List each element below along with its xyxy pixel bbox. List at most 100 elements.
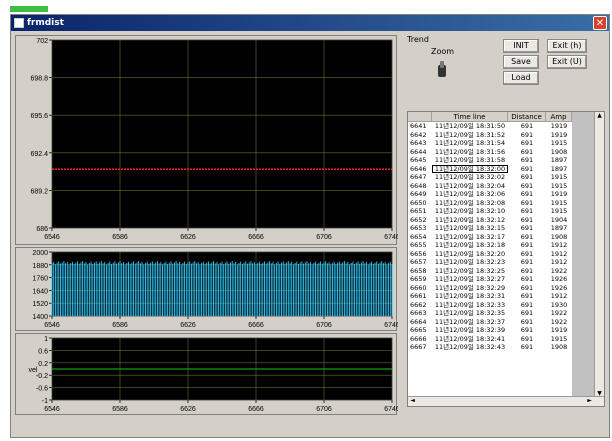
zoom-label: Zoom <box>431 47 455 56</box>
y-tick-label: 1 <box>44 336 48 343</box>
table-row[interactable]: 6655 11년12/09일 18:32:18 691 1912 <box>408 241 572 250</box>
cell-distance: 691 <box>520 334 534 343</box>
cell-distance: 691 <box>520 147 534 156</box>
cell-time: 11년12/09일 18:32:04 <box>434 181 506 190</box>
table-row[interactable]: 6650 11년12/09일 18:32:08 691 1915 <box>408 199 572 208</box>
y-tick-label: 1400 <box>32 314 48 321</box>
cell-amp: 1915 <box>550 173 568 181</box>
app-icon <box>14 18 24 28</box>
table-row[interactable]: 6667 11년12/09일 18:32:43 691 1908 <box>408 343 572 352</box>
x-tick-label: 6586 <box>112 406 128 413</box>
cell-index: 6644 <box>410 147 427 156</box>
table-row[interactable]: 6657 11년12/09일 18:32:23 691 1912 <box>408 258 572 267</box>
column-header-distance[interactable]: Distance <box>508 112 546 122</box>
amp-chart-panel: 2000 1880 1760 1640 1520 1400 6546 6586 6626 6666… <box>15 247 398 331</box>
cell-index: 6661 <box>410 292 427 300</box>
table-row[interactable]: 6653 11년12/09일 18:32:15 691 1897 <box>408 224 572 233</box>
y-tick-label: 689.2 <box>30 188 48 195</box>
scroll-up-icon[interactable]: ▲ <box>595 112 604 120</box>
cell-index: 6652 <box>410 215 427 224</box>
grid-empty-area <box>572 112 596 398</box>
table-row[interactable]: 6651 11년12/09일 18:32:10 691 1915 <box>408 207 572 216</box>
cell-distance: 691 <box>520 181 534 190</box>
x-tick-label: 6706 <box>316 234 332 241</box>
cell-amp: 1915 <box>550 198 568 207</box>
table-row[interactable]: 6641 11년12/09일 18:31:50 691 1919 <box>408 122 572 131</box>
cell-index: 6666 <box>410 334 427 343</box>
cell-time: 11년12/09일 18:32:39 <box>434 326 506 334</box>
table-row[interactable]: 6646 11년12/09일 18:32:00 691 1897 <box>408 164 572 173</box>
cell-amp: 1915 <box>550 181 568 190</box>
cell-amp: 1919 <box>550 326 568 334</box>
cell-time: 11년12/09일 18:32:17 <box>434 232 506 241</box>
y-tick-label: 702 <box>36 38 48 45</box>
title-bar[interactable]: frmdist ✕ <box>11 15 609 31</box>
save-button[interactable]: Save <box>503 55 539 69</box>
table-row[interactable]: 6660 11년12/09일 18:32:29 691 1926 <box>408 284 572 293</box>
table-row[interactable]: 6665 11년12/09일 18:32:39 691 1919 <box>408 326 572 335</box>
table-row[interactable]: 6659 11년12/09일 18:32:27 691 1926 <box>408 275 572 284</box>
cell-amp: 1915 <box>550 334 568 343</box>
cell-time: 11년12/09일 18:32:27 <box>434 275 506 283</box>
exit-h-button[interactable]: Exit (h) <box>547 39 587 53</box>
x-tick-label: 6626 <box>180 234 196 241</box>
x-tick-label: 6746 <box>384 322 398 329</box>
x-tick-label: 6666 <box>248 234 264 241</box>
x-tick-label: 6586 <box>112 234 128 241</box>
cell-index: 6663 <box>410 309 427 317</box>
column-header-time[interactable]: Time line <box>432 112 508 122</box>
cell-time: 11년12/09일 18:32:18 <box>434 241 506 249</box>
close-button[interactable]: ✕ <box>593 16 607 30</box>
table-row[interactable]: 6644 11년12/09일 18:31:56 691 1908 <box>408 148 572 157</box>
table-row[interactable]: 6647 11년12/09일 18:32:02 691 1915 <box>408 173 572 182</box>
cell-amp: 1926 <box>550 283 568 292</box>
table-row[interactable]: 6664 11년12/09일 18:32:37 691 1922 <box>408 318 572 327</box>
table-row[interactable]: 6661 11년12/09일 18:32:31 691 1912 <box>408 292 572 301</box>
table-row[interactable]: 6654 11년12/09일 18:32:17 691 1908 <box>408 233 572 242</box>
cell-amp: 1897 <box>550 156 568 164</box>
load-button[interactable]: Load <box>503 71 539 85</box>
cell-distance: 691 <box>520 258 534 266</box>
horizontal-scrollbar[interactable]: ◄ ► <box>408 396 604 406</box>
table-row[interactable]: 6666 11년12/09일 18:32:41 691 1915 <box>408 335 572 344</box>
cell-time: 11년12/09일 18:31:52 <box>434 130 506 139</box>
table-row[interactable]: 6642 11년12/09일 18:31:52 691 1919 <box>408 131 572 140</box>
table-row[interactable]: 6652 11년12/09일 18:32:12 691 1904 <box>408 216 572 225</box>
table-row[interactable]: 6643 11년12/09일 18:31:54 691 1915 <box>408 139 572 148</box>
cell-distance: 691 <box>520 156 534 164</box>
cell-index: 6662 <box>410 300 427 309</box>
y-tick-label: -1 <box>42 398 48 405</box>
cell-index: 6649 <box>410 190 427 198</box>
zoom-toggle-icon[interactable] <box>435 59 449 79</box>
cell-time: 11년12/09일 18:31:50 <box>434 122 506 130</box>
table-row[interactable]: 6645 11년12/09일 18:31:58 691 1897 <box>408 156 572 165</box>
cell-amp: 1912 <box>550 249 568 258</box>
exit-u-button[interactable]: Exit (U) <box>547 55 587 69</box>
table-row[interactable]: 6649 11년12/09일 18:32:06 691 1919 <box>408 190 572 199</box>
init-button[interactable]: INIT <box>503 39 539 53</box>
column-header-amp[interactable]: Amp <box>546 112 572 122</box>
table-row[interactable]: 6662 11년12/09일 18:32:33 691 1930 <box>408 301 572 310</box>
velocity-chart: 1 0.6 0.2 -0.2 -0.6 -16546 6586 6626 6666 6706 674… <box>29 336 398 413</box>
data-grid[interactable]: Time line Distance Amp 6641 11년12/09일 18:… <box>407 111 605 407</box>
cell-time: 11년12/09일 18:32:10 <box>434 207 506 215</box>
table-row[interactable]: 6663 11년12/09일 18:32:35 691 1922 <box>408 309 572 318</box>
cell-amp: 1930 <box>550 300 568 309</box>
cell-distance: 691 <box>520 266 534 275</box>
cell-distance: 691 <box>520 224 534 232</box>
table-row[interactable]: 6648 11년12/09일 18:32:04 691 1915 <box>408 182 572 191</box>
column-header-index[interactable] <box>408 112 432 122</box>
table-row[interactable]: 6656 11년12/09일 18:32:20 691 1912 <box>408 250 572 259</box>
scroll-left-icon[interactable]: ◄ <box>408 397 417 405</box>
x-tick-label: 6746 <box>384 234 398 241</box>
cell-time: 11년12/09일 18:31:56 <box>434 147 506 156</box>
y-tick-label: 1760 <box>32 276 48 283</box>
table-row[interactable]: 6658 11년12/09일 18:32:25 691 1922 <box>408 267 572 276</box>
cell-index: 6646 <box>410 164 427 173</box>
scroll-right-icon[interactable]: ► <box>585 397 594 405</box>
cell-distance: 691 <box>520 343 534 351</box>
distance-chart: 702 698.8 695.6 692.4 689.2 6866546 6586 6626 66… <box>30 38 398 241</box>
vertical-scrollbar[interactable]: ▲ ▼ <box>594 112 604 398</box>
x-tick-label: 6546 <box>44 406 60 413</box>
plot-area <box>52 40 392 228</box>
